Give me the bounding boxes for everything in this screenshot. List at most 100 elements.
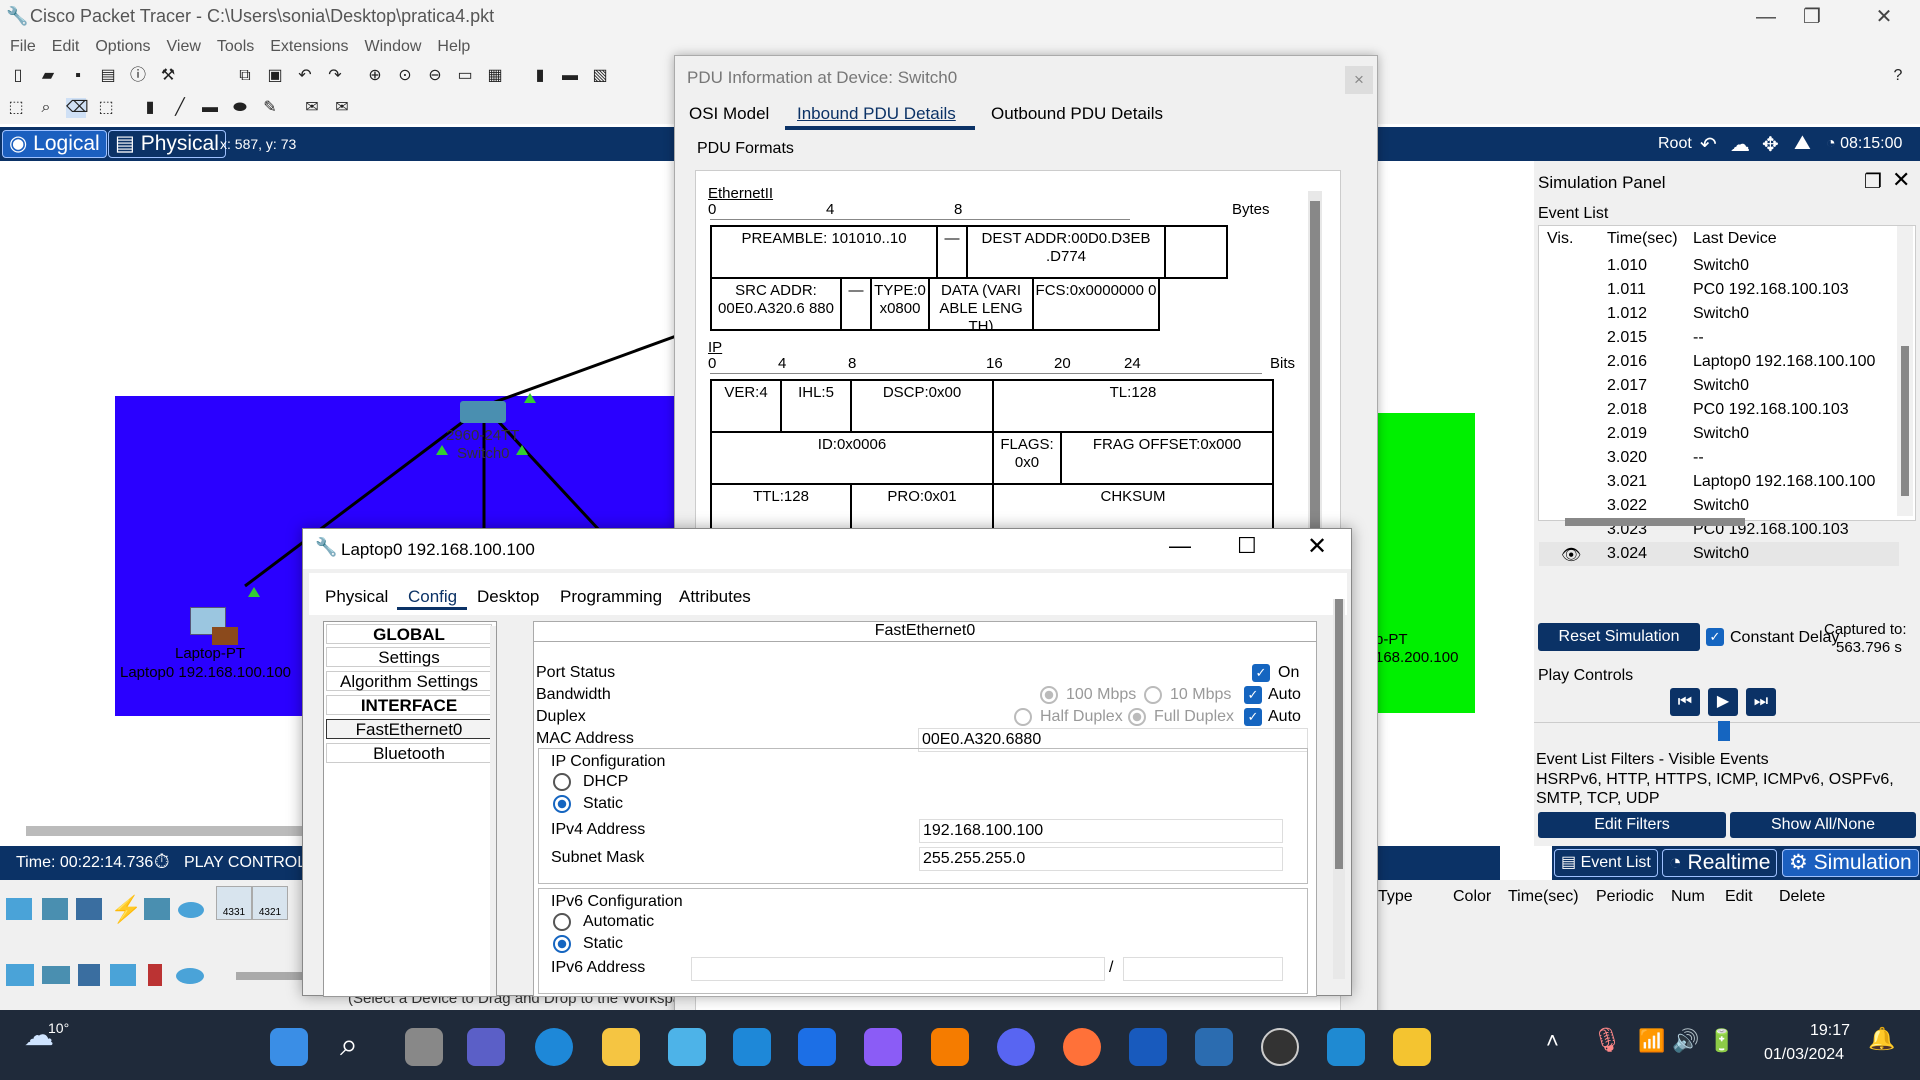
info-icon[interactable]: ⓘ (128, 66, 148, 86)
tab-osi-model[interactable]: OSI Model (689, 104, 769, 124)
laptop-scrollbar[interactable] (1333, 599, 1345, 979)
bandwidth-10-radio[interactable] (1144, 686, 1162, 704)
tab-logical[interactable]: ◉ Logical (2, 130, 107, 158)
help-icon[interactable]: ? (1888, 66, 1908, 86)
wan-emulation-category-icon[interactable] (176, 968, 204, 984)
security-category-icon[interactable] (148, 964, 162, 986)
event-row[interactable]: 👁 3.024 Switch0 (1539, 542, 1899, 566)
freeform-icon[interactable]: ✎ (260, 98, 280, 118)
show-hidden-icons-icon[interactable]: ˄ (1546, 1028, 1559, 1054)
ipv6-address-input[interactable] (691, 957, 1105, 981)
undock-icon[interactable]: ❐ (1864, 169, 1882, 194)
play-icon[interactable]: ▶ (1708, 688, 1738, 716)
event-list-scrollbar[interactable] (1897, 226, 1913, 516)
tab-physical[interactable]: Physical (325, 587, 388, 607)
vscode-icon[interactable] (1327, 1028, 1365, 1066)
event-row[interactable]: 1.010 Switch0 (1539, 254, 1899, 278)
close-button[interactable]: ✕ (1854, 2, 1914, 32)
menu-window[interactable]: Window (365, 34, 422, 60)
device-scrollbar[interactable] (236, 972, 306, 980)
event-row[interactable]: 2.015 -- (1539, 326, 1899, 350)
bandwidth-auto-checkbox[interactable]: ✓ (1244, 686, 1262, 704)
event-row[interactable]: 3.021 Laptop0 192.168.100.100 (1539, 470, 1899, 494)
sidebar-algorithm-settings[interactable]: Algorithm Settings (326, 671, 492, 691)
print-icon[interactable]: ▤ (98, 66, 118, 86)
tab-programming[interactable]: Programming (560, 587, 662, 607)
switch-category-icon[interactable] (42, 966, 70, 984)
ellipse-icon[interactable]: ⬬ (230, 98, 250, 118)
store-icon[interactable] (668, 1028, 706, 1066)
packet-tracer-taskbar-icon[interactable] (1393, 1028, 1431, 1066)
delete-icon[interactable]: ⌫ (66, 98, 89, 118)
note-icon[interactable]: ▮ (140, 98, 160, 118)
port-status-checkbox[interactable]: ✓ (1252, 664, 1270, 682)
mail-icon[interactable] (733, 1028, 771, 1066)
undo-icon[interactable]: ↶ (295, 66, 315, 86)
tab-physical[interactable]: ▤ Physical (108, 130, 226, 158)
battery-icon[interactable]: 🔋 (1708, 1028, 1735, 1054)
event-row[interactable]: 3.020 -- (1539, 446, 1899, 470)
connections-icon[interactable]: ⚡ (110, 894, 142, 925)
visual-studio-icon[interactable] (864, 1028, 902, 1066)
myhp-icon[interactable] (798, 1028, 836, 1066)
event-row[interactable]: 3.022 Switch0 (1539, 494, 1899, 518)
app-icon[interactable] (1195, 1028, 1233, 1066)
dhcp-radio[interactable] (553, 773, 571, 791)
zoom-out-icon[interactable]: ⊖ (425, 66, 445, 86)
event-list-toggle[interactable]: ▤ Event List (1554, 849, 1658, 877)
event-row[interactable]: 2.018 PC0 192.168.100.103 (1539, 398, 1899, 422)
menu-extensions[interactable]: Extensions (270, 34, 348, 60)
network-devices-icon[interactable] (6, 898, 32, 920)
sidebar-settings[interactable]: Settings (326, 647, 492, 667)
activity-icon[interactable]: ▬ (560, 66, 580, 86)
pdu-close-button[interactable]: × (1345, 66, 1373, 94)
resize-icon[interactable]: ⬚ (96, 98, 116, 118)
root-label[interactable]: Root (1658, 135, 1692, 153)
wireless-category-icon[interactable] (110, 964, 136, 986)
microphone-icon[interactable]: 🎙 (1592, 1026, 1622, 1055)
start-icon[interactable] (270, 1028, 308, 1066)
edge-icon[interactable] (535, 1028, 573, 1066)
task-view-icon[interactable] (405, 1028, 443, 1066)
constant-delay-checkbox[interactable]: ✓ (1706, 628, 1724, 646)
new-file-icon[interactable]: ▯ (8, 66, 28, 86)
event-list-hscrollbar[interactable] (1565, 518, 1745, 526)
notes-icon[interactable]: ▮ (530, 66, 550, 86)
misc-icon[interactable] (144, 898, 170, 920)
save-icon[interactable]: ▪ (68, 66, 88, 86)
tab-outbound-pdu[interactable]: Outbound PDU Details (991, 104, 1163, 124)
word-icon[interactable] (1129, 1028, 1167, 1066)
obs-icon[interactable] (1261, 1028, 1299, 1066)
volume-icon[interactable]: 🔊 (1672, 1028, 1699, 1054)
workspace-scrollbar[interactable] (26, 826, 316, 836)
sidebar-fastethernet0[interactable]: FastEthernet0 (326, 719, 492, 739)
event-row[interactable]: 1.012 Switch0 (1539, 302, 1899, 326)
copy-icon[interactable]: ⧉ (235, 66, 255, 86)
show-all-none-button[interactable]: Show All/None (1730, 812, 1916, 838)
event-row[interactable]: 2.016 Laptop0 192.168.100.100 (1539, 350, 1899, 374)
drawing-palette-icon[interactable]: ▭ (455, 66, 475, 86)
menu-edit[interactable]: Edit (52, 34, 80, 60)
zoom-in-icon[interactable]: ⊕ (365, 66, 385, 86)
rectangle-icon[interactable]: ▬ (200, 98, 220, 118)
line-icon[interactable]: ╱ (170, 98, 190, 118)
zoom-reset-icon[interactable]: ⊙ (395, 66, 415, 86)
ipv6-static-radio[interactable] (553, 935, 571, 953)
components-icon[interactable] (76, 898, 102, 920)
simulation-mode[interactable]: ⚙ Simulation (1782, 849, 1919, 877)
select-icon[interactable]: ⬚ (6, 98, 26, 118)
redo-icon[interactable]: ↷ (325, 66, 345, 86)
static-radio[interactable] (553, 795, 571, 813)
hub-category-icon[interactable] (78, 964, 100, 986)
notifications-icon[interactable]: 🔔 (1868, 1026, 1895, 1052)
end-devices-icon[interactable] (42, 898, 68, 920)
search-icon[interactable]: ⌕ (340, 1026, 358, 1064)
tab-inbound-pdu[interactable]: Inbound PDU Details (797, 104, 956, 124)
bandwidth-100-radio[interactable] (1040, 686, 1058, 704)
tab-desktop[interactable]: Desktop (477, 587, 539, 607)
router-category-icon[interactable] (6, 964, 34, 986)
close-panel-icon[interactable]: ✕ (1892, 167, 1910, 193)
router-4321-icon[interactable]: 4321 (252, 886, 288, 920)
back-icon[interactable]: ↶ (1700, 132, 1717, 157)
menu-file[interactable]: File (10, 34, 36, 60)
